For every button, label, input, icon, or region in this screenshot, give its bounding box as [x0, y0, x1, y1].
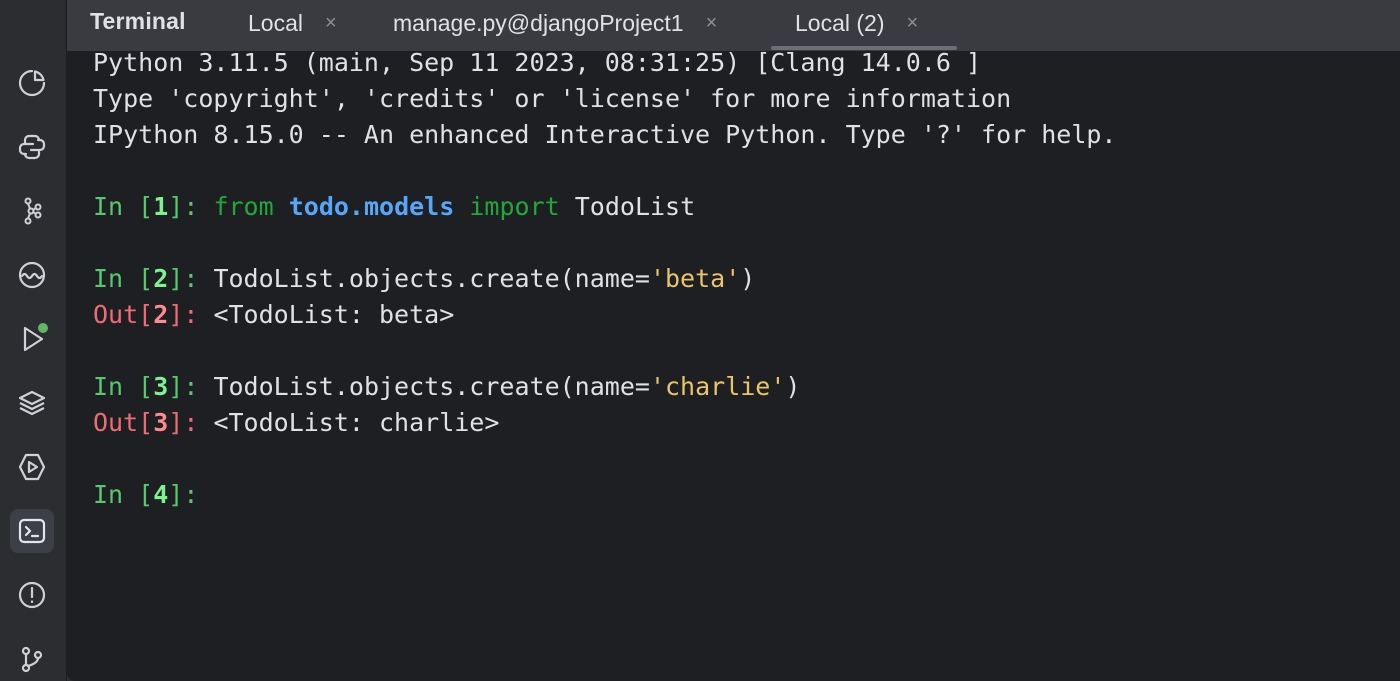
- terminal-icon[interactable]: [10, 509, 54, 553]
- debug-run-icon[interactable]: [10, 445, 54, 489]
- run-icon[interactable]: [10, 317, 54, 361]
- input-line: In [2]: TodoList.objects.create(name='be…: [93, 261, 755, 297]
- close-icon[interactable]: ×: [906, 12, 918, 35]
- tool-window-title: Terminal: [90, 8, 186, 34]
- tab-local-2[interactable]: Local (2) ×: [795, 8, 918, 38]
- tab-local[interactable]: Local ×: [248, 8, 337, 38]
- banner-line: Type 'copyright', 'credits' or 'license'…: [93, 84, 1012, 113]
- code: ): [740, 264, 756, 293]
- output-text: <TodoList: charlie>: [213, 408, 500, 437]
- banner-line: IPython 8.15.0 -- An enhanced Interactiv…: [93, 120, 1117, 149]
- keyword-import: import: [469, 192, 560, 221]
- banner-line: Python 3.11.5 (main, Sep 11 2023, 08:31:…: [93, 48, 982, 77]
- input-line: In [1]: from todo.models import TodoList: [93, 189, 695, 225]
- input-line[interactable]: In [4]:: [93, 477, 213, 513]
- close-icon[interactable]: ×: [706, 12, 718, 35]
- git-icon[interactable]: [10, 637, 54, 681]
- module-name: todo.models: [288, 192, 455, 221]
- input-line: In [3]: TodoList.objects.create(name='ch…: [93, 369, 800, 405]
- services-graph-icon[interactable]: [10, 189, 54, 233]
- layers-icon[interactable]: [10, 381, 54, 425]
- code: ): [785, 372, 801, 401]
- terminal-output[interactable]: Python 3.11.5 (main, Sep 11 2023, 08:31:…: [67, 48, 1400, 681]
- code: TodoList.objects.create(name=: [213, 264, 650, 293]
- keyword-from: from: [213, 192, 274, 221]
- in-prompt: In [4]:: [93, 480, 214, 509]
- tab-label: Local (2): [795, 9, 885, 36]
- close-icon[interactable]: ×: [325, 12, 337, 35]
- problems-icon[interactable]: [10, 573, 54, 617]
- tab-manage-py[interactable]: manage.py@djangoProject1 ×: [393, 8, 717, 38]
- code: TodoList.objects.create(name=: [213, 372, 650, 401]
- monitor-wave-icon[interactable]: [10, 253, 54, 297]
- tool-window-strip: [0, 0, 67, 681]
- in-prompt: In [3]:: [93, 372, 214, 401]
- output-text: <TodoList: beta>: [213, 300, 455, 329]
- profiler-icon[interactable]: [10, 61, 54, 105]
- in-prompt: In [1]:: [93, 192, 214, 221]
- output-line: Out[3]: <TodoList: charlie>: [93, 405, 499, 441]
- in-prompt: In [2]:: [93, 264, 214, 293]
- out-prompt: Out[2]:: [93, 300, 214, 329]
- python-console-icon[interactable]: [10, 125, 54, 169]
- class-name: TodoList: [574, 192, 696, 221]
- string-literal: 'charlie': [649, 372, 786, 401]
- ide-window: Terminal Local × manage.py@djangoProject…: [0, 0, 1400, 681]
- running-badge: [38, 323, 48, 333]
- terminal-tab-bar: Terminal Local × manage.py@djangoProject…: [67, 0, 1400, 51]
- tab-label: Local: [248, 9, 303, 36]
- out-prompt: Out[3]:: [93, 408, 214, 437]
- output-line: Out[2]: <TodoList: beta>: [93, 297, 454, 333]
- tab-label: manage.py@djangoProject1: [393, 9, 684, 36]
- string-literal: 'beta': [649, 264, 741, 293]
